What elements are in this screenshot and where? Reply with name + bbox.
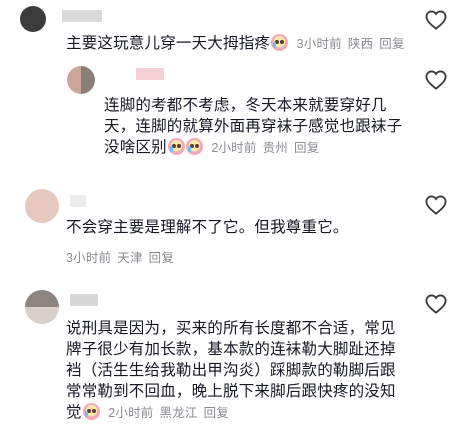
comment-line: 没啥区别 [104,139,167,156]
comment-text: 不会穿主要是理解不了它。但我尊重它。 [66,217,426,238]
comment-line: 连脚的考都不考虑，冬天本来就要穿好几 [104,97,387,114]
comment-time: 3小时前 [296,37,342,51]
comment-meta: 3小时前 天津 回复 [66,247,180,266]
comment-meta: 2小时前 黑龙江 回复 [108,406,235,420]
comment-text: 说刑具是因为，买来的所有长度都不合适，常见 牌子很少有加长款，基本款的连袜勒大脚… [66,318,406,424]
comment-location: 黑龙江 [159,406,198,420]
avatar[interactable] [67,66,95,94]
crying-face-emoji [82,403,100,420]
comment-line: 说刑具是因为，买来的所有长度都不合适，常见 [66,320,396,337]
username-redacted[interactable] [136,68,164,80]
comment-text-content: 不会穿主要是理解不了它。但我尊重它。 [66,219,349,236]
username-redacted[interactable] [70,195,86,207]
like-heart-icon[interactable] [425,195,447,215]
comment-text: 主要这玩意儿穿一天大拇指疼 3小时前 陕西 回复 [66,33,426,55]
comment-line: 觉 [66,404,82,421]
comment-line: 常常勒到不回血，晚上脱下来脚后跟快疼的没知 [66,383,396,400]
avatar[interactable] [25,290,59,324]
reply-button[interactable]: 回复 [294,141,319,155]
like-heart-icon[interactable] [425,10,447,30]
comment-line: 天，连脚的就算外面再穿袜子感觉也跟袜子 [104,118,403,135]
comment-time: 2小时前 [211,141,257,155]
comment-location: 贵州 [262,141,288,155]
comment-location: 陕西 [347,37,374,51]
avatar[interactable] [25,189,59,223]
comment-location: 天津 [117,251,143,265]
reply-button[interactable]: 回复 [149,251,174,265]
comment-text-content: 主要这玩意儿穿一天大拇指疼 [66,35,271,52]
crying-face-emoji [271,34,289,51]
avatar[interactable] [20,6,46,32]
comment-time: 2小时前 [108,406,154,420]
comment-line: 牌子很少有加长款，基本款的连袜勒大脚趾还掉 [66,341,396,358]
comment-meta: 3小时前 陕西 回复 [297,37,411,51]
comment-meta: 2小时前 贵州 回复 [211,141,325,155]
username-redacted[interactable] [62,10,102,22]
comment-2-reply: 连脚的考都不考虑，冬天本来就要穿好几 天，连脚的就算外面再穿袜子感觉也跟袜子 没… [0,58,465,173]
comment-1: 主要这玩意儿穿一天大拇指疼 3小时前 陕西 回复 [0,0,465,58]
comment-3: 不会穿主要是理解不了它。但我尊重它。 3小时前 天津 回复 [0,183,465,273]
crying-face-emoji [167,138,185,155]
reply-button[interactable]: 回复 [379,37,404,51]
like-heart-icon[interactable] [425,294,447,314]
comment-text: 连脚的考都不考虑，冬天本来就要穿好几 天，连脚的就算外面再穿袜子感觉也跟袜子 没… [104,95,414,159]
like-heart-icon[interactable] [425,70,447,90]
comment-4: 说刑具是因为，买来的所有长度都不合适，常见 牌子很少有加长款，基本款的连袜勒大脚… [0,282,465,445]
comment-time: 3小时前 [66,251,112,265]
reply-button[interactable]: 回复 [204,406,229,420]
comment-line: 裆（活生生给我勒出甲沟炎）踩脚款的勒脚后跟 [66,362,396,379]
username-redacted[interactable] [70,294,98,306]
crying-face-emoji [185,138,203,155]
